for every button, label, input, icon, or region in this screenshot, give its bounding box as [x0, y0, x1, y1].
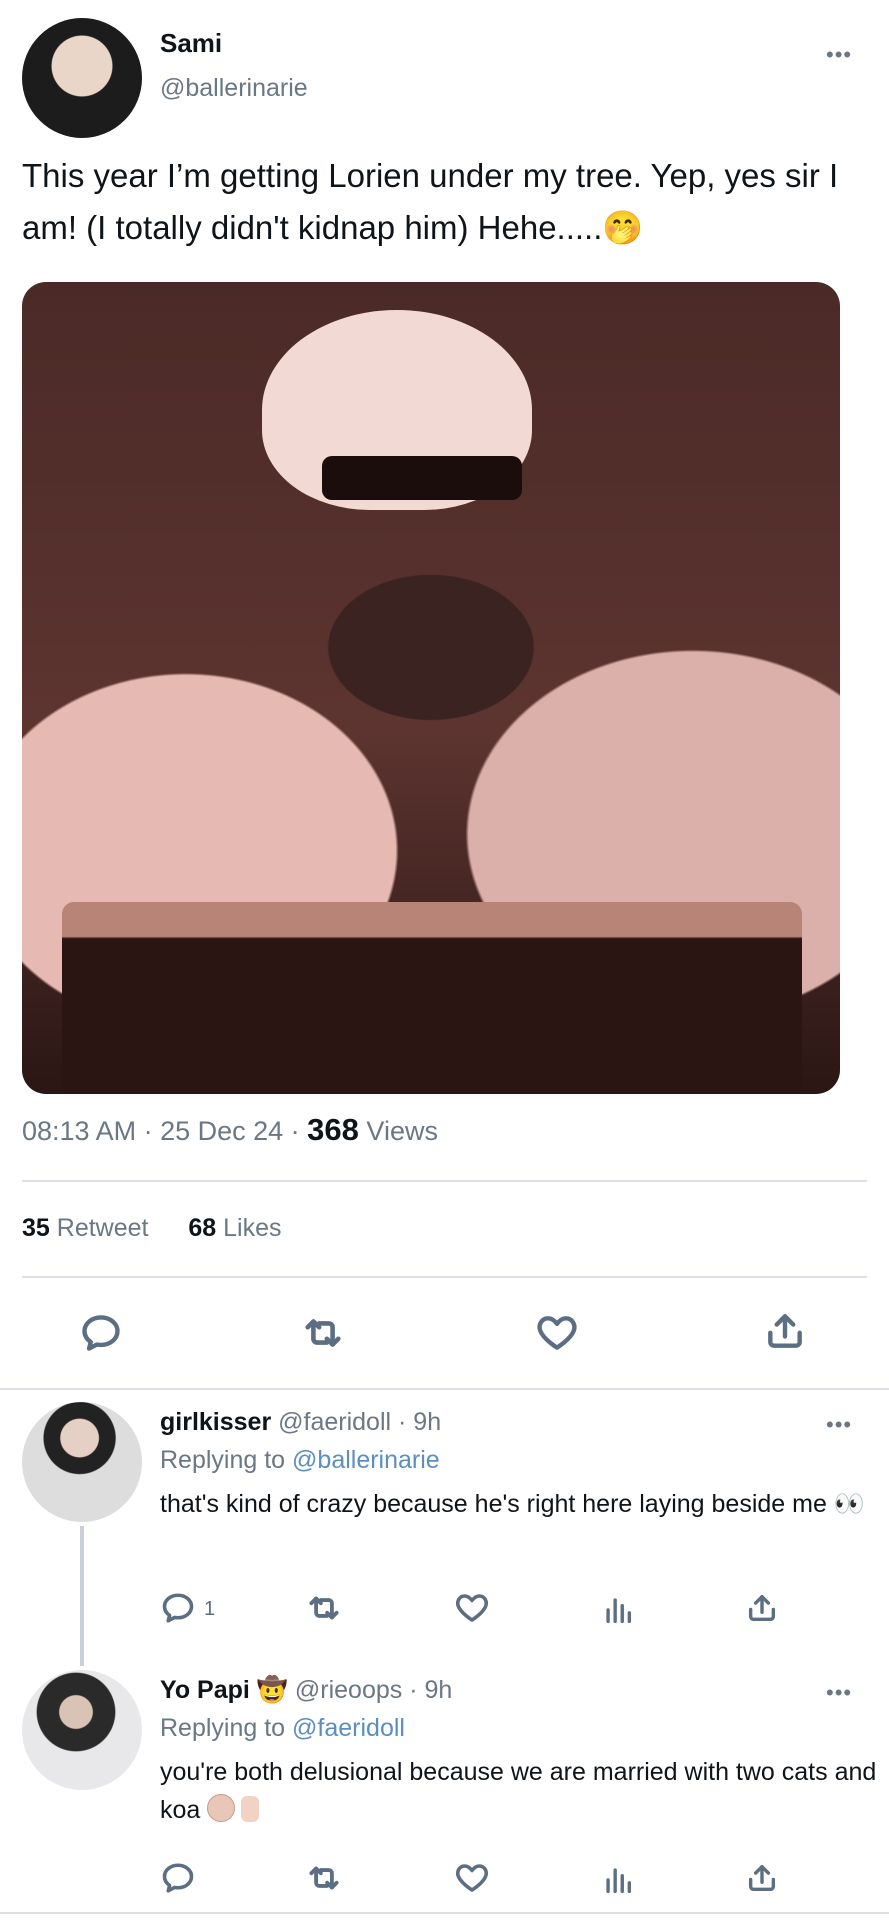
tweet-media-image[interactable] — [22, 282, 840, 1094]
replying-to-prefix: Replying to — [160, 1446, 286, 1474]
author-display-name[interactable]: Sami — [160, 28, 222, 59]
divider — [0, 1912, 889, 1914]
reply-text: you're both delusional because we are ma… — [160, 1753, 880, 1829]
retweet-icon[interactable] — [304, 1858, 344, 1898]
reply-handle[interactable]: @faeridoll · 9h — [278, 1408, 441, 1436]
reply-avatar[interactable] — [22, 1402, 142, 1522]
views-label: Views — [366, 1116, 438, 1146]
tweet-text-content: This year I’m getting Lorien under my tr… — [22, 157, 839, 246]
image-book — [62, 902, 802, 1094]
reply-display-name[interactable]: girlkisser — [160, 1408, 271, 1436]
reply-count: 1 — [204, 1598, 216, 1620]
image-sunglasses — [322, 456, 522, 500]
divider — [22, 1180, 867, 1182]
thread-connector-line — [80, 1526, 84, 1666]
more-options-icon[interactable]: ••• — [826, 1412, 852, 1438]
reply-text-content: you're both delusional because we are ma… — [160, 1758, 877, 1824]
heart-icon[interactable] — [532, 1308, 582, 1358]
tweet-text: This year I’m getting Lorien under my tr… — [22, 150, 862, 254]
retweet-icon[interactable] — [304, 1588, 344, 1628]
author-handle[interactable]: @ballerinarie — [160, 74, 308, 103]
reply-icon[interactable] — [158, 1858, 198, 1898]
reply-display-name[interactable]: Yo Papi — [160, 1676, 250, 1704]
replying-to-handle[interactable]: @ballerinarie — [292, 1446, 440, 1474]
likes-stat[interactable]: 68 Likes — [188, 1214, 281, 1242]
heart-icon[interactable] — [452, 1858, 492, 1898]
share-icon[interactable] — [742, 1858, 782, 1898]
reply-avatar[interactable] — [22, 1670, 142, 1790]
tweet-stats: 35 Retweet 68 Likes — [22, 1214, 282, 1243]
pointing-up-emoji-icon — [241, 1796, 260, 1822]
analytics-icon[interactable] — [598, 1860, 638, 1900]
tweet-emoji: 🤭 — [602, 209, 644, 246]
retweet-icon[interactable] — [298, 1308, 348, 1358]
replying-to-handle[interactable]: @faeridoll — [292, 1714, 405, 1742]
reply-icon[interactable] — [76, 1308, 126, 1358]
likes-label: Likes — [223, 1214, 282, 1242]
reply-header: girlkisser @faeridoll · 9h — [160, 1408, 441, 1437]
reply-handle[interactable]: @rieoops · 9h — [295, 1676, 452, 1704]
reply-header: Yo Papi 🤠 @rieoops · 9h — [160, 1676, 452, 1705]
retweet-stat[interactable]: 35 Retweet — [22, 1214, 155, 1242]
divider — [0, 1388, 889, 1390]
heart-icon[interactable] — [452, 1588, 492, 1628]
likes-count: 68 — [188, 1214, 217, 1242]
replying-to-prefix: Replying to — [160, 1714, 286, 1742]
replying-to: Replying to @ballerinarie — [160, 1446, 440, 1475]
replying-to: Replying to @faeridoll — [160, 1714, 405, 1743]
author-avatar[interactable] — [22, 18, 142, 138]
reply-icon[interactable] — [158, 1588, 198, 1628]
views-count: 368 — [307, 1112, 359, 1147]
analytics-icon[interactable] — [598, 1590, 638, 1630]
reply-text: that's kind of crazy because he's right … — [160, 1490, 865, 1518]
more-options-icon[interactable]: ••• — [826, 42, 852, 68]
tweet-metadata: 08:13 AM · 25 Dec 24 · 368 Views — [22, 1112, 438, 1148]
retweet-label: Retweet — [56, 1214, 149, 1242]
retweet-count: 35 — [22, 1214, 50, 1242]
divider — [22, 1276, 867, 1278]
name-emoji: 🤠 — [256, 1676, 288, 1704]
more-options-icon[interactable]: ••• — [826, 1680, 852, 1706]
tweet-timestamp: 08:13 AM · 25 Dec 24 · — [22, 1116, 300, 1146]
share-icon[interactable] — [760, 1306, 810, 1356]
share-icon[interactable] — [742, 1588, 782, 1628]
nerd-face-emoji-icon — [207, 1794, 236, 1822]
